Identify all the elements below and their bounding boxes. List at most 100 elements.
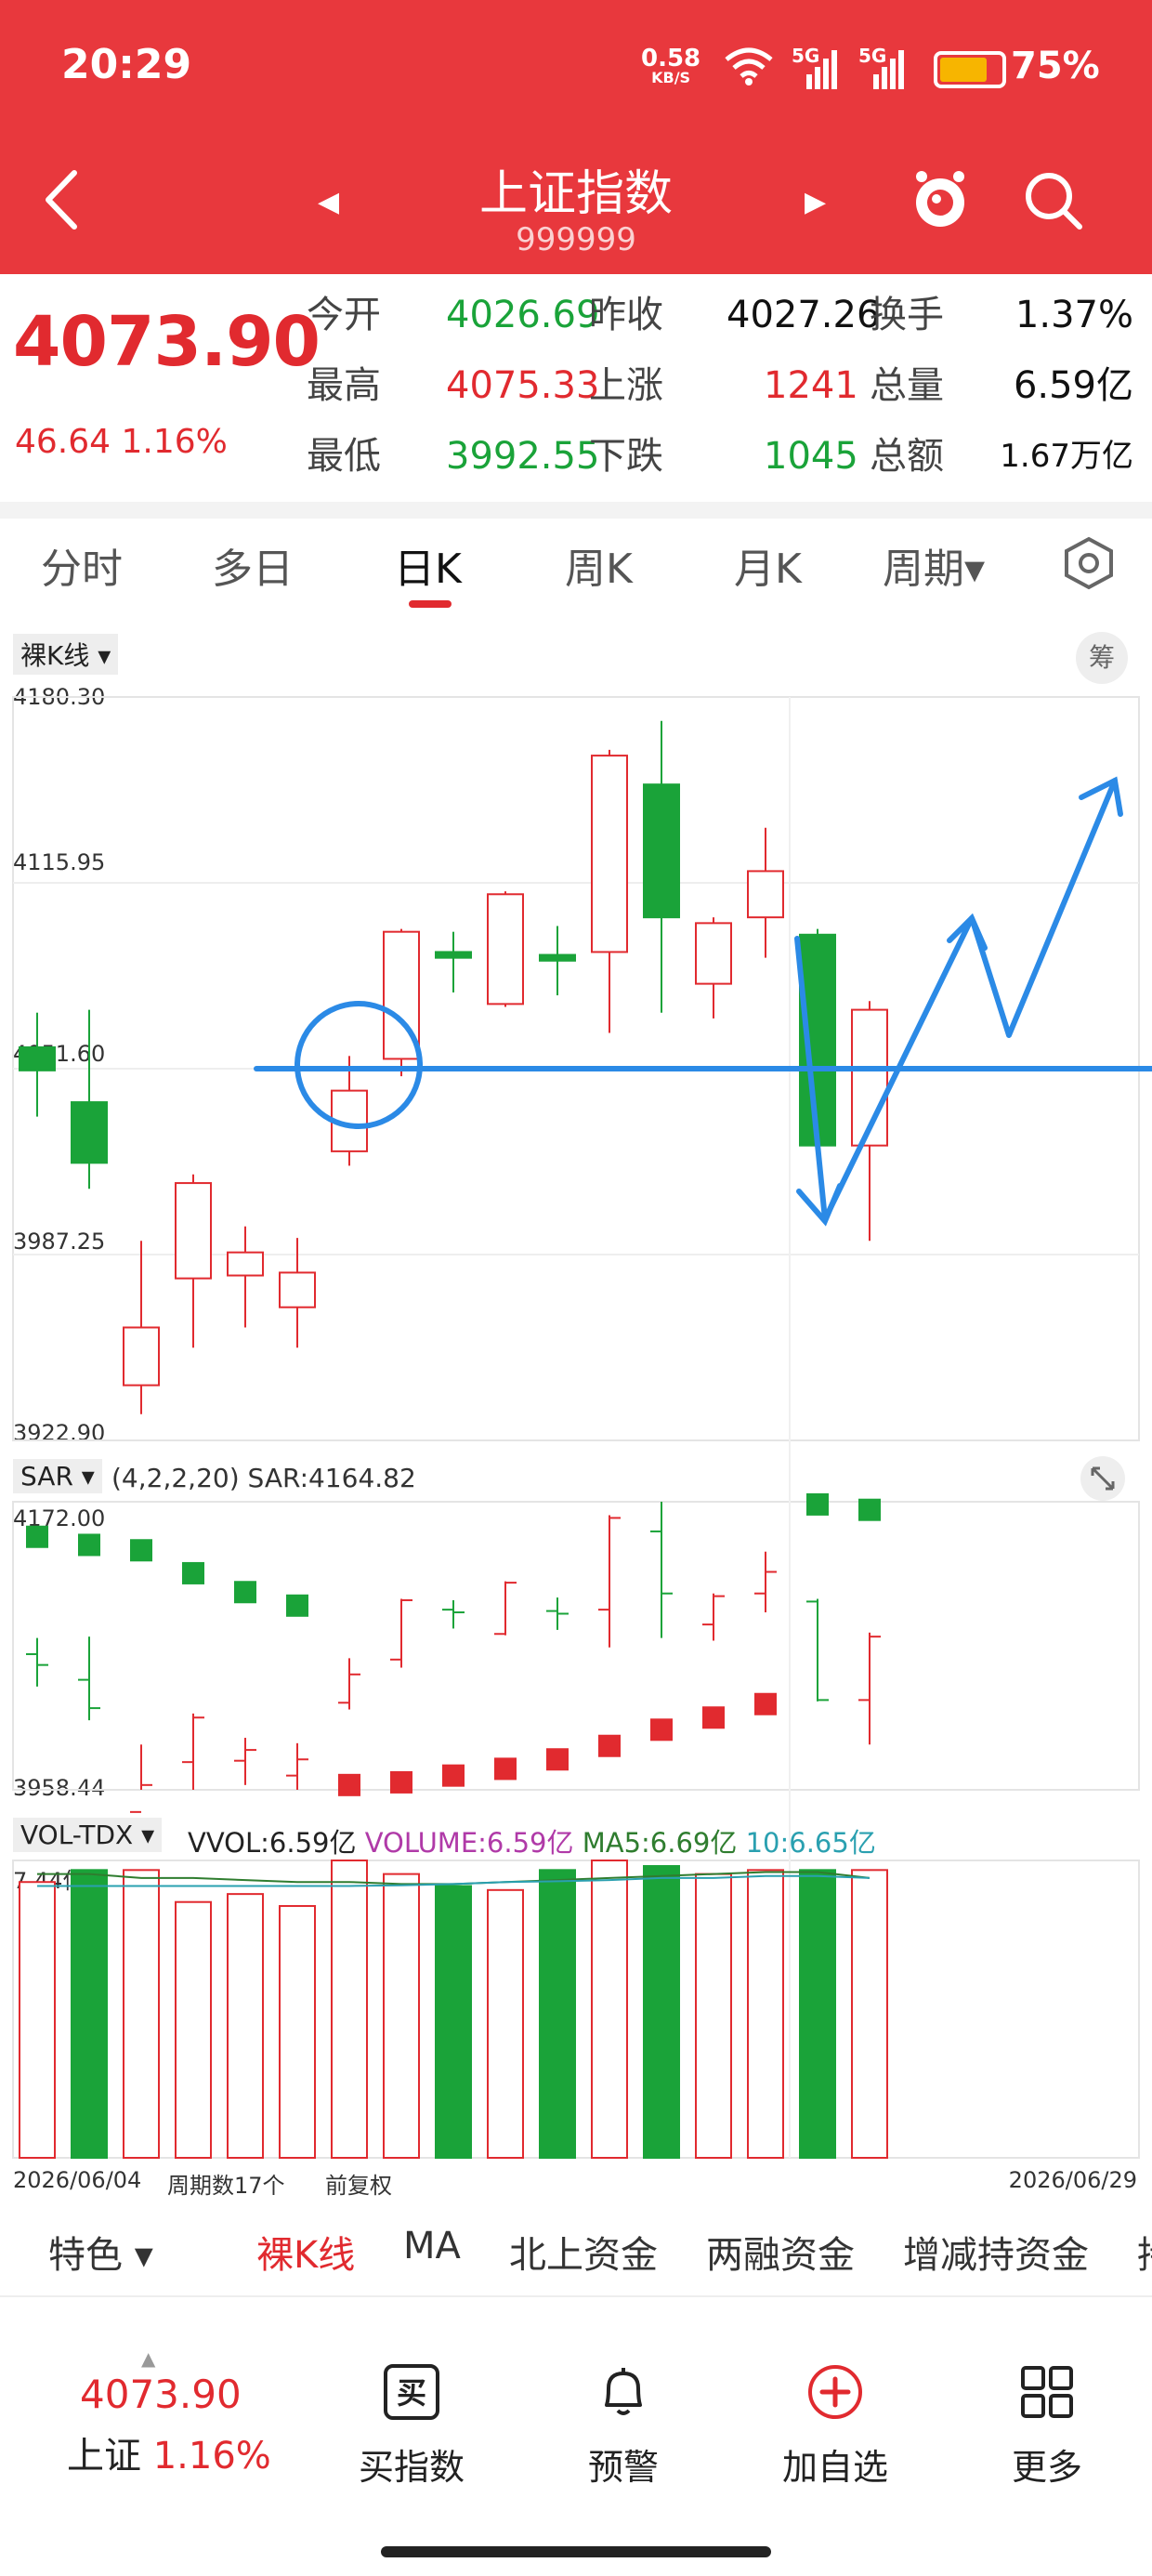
panel-frame-1: [12, 1501, 1140, 1791]
wifi-icon: [725, 47, 773, 85]
volume-bar: [591, 1860, 628, 2159]
sar-dot: [806, 1492, 829, 1516]
volume-bar: [487, 1888, 524, 2160]
add-watchlist-label: 加自选: [781, 2447, 888, 2488]
tab-intraday[interactable]: 分时: [41, 535, 123, 595]
volume-bar: [175, 1900, 212, 2160]
tab-monthly-k[interactable]: 月K: [734, 535, 802, 595]
back-arrow-icon[interactable]: [41, 167, 82, 232]
sar-dot: [234, 1581, 256, 1604]
tab-more-cut[interactable]: 持: [1137, 2225, 1152, 2279]
battery-fill: [940, 58, 987, 82]
adjust-mode: 前复权: [325, 2173, 392, 2199]
page-title: 上证指数: [478, 166, 673, 222]
more-button[interactable]: 更多: [977, 2362, 1117, 2490]
next-stock-icon[interactable]: ▶: [805, 186, 826, 218]
volume-bar: [19, 1881, 56, 2160]
dock-price: 4073.90: [80, 2372, 242, 2417]
bottom-dock: ▲ 4073.90 上证 1.16% 买 买指数 预警 加自选 更多: [0, 2295, 1152, 2576]
tab-holding-change[interactable]: 增减持资金: [903, 2225, 1089, 2279]
candle-body: [279, 1271, 316, 1308]
tab-naked-k[interactable]: 裸K线: [256, 2225, 355, 2279]
turnover-value: 1.37%: [1015, 294, 1133, 336]
status-time: 20:29: [61, 41, 192, 88]
candle-body: [487, 893, 524, 1005]
tab-daily-k[interactable]: 日K: [394, 535, 462, 595]
prev-stock-icon[interactable]: ◀: [318, 186, 339, 218]
net-speed: 0.58 KB/S: [641, 46, 700, 85]
prev-close-label: 昨收: [589, 294, 663, 336]
decline-value: 1045: [764, 435, 858, 478]
buy-icon: 买: [384, 2364, 439, 2420]
volume-bar: [227, 1893, 264, 2159]
app-header: 20:29 0.58 KB/S 5G 5G 75% ◀ 上证指数 999999 …: [0, 0, 1152, 274]
price-change: 46.64 1.16%: [15, 423, 228, 461]
sar-dot: [858, 1498, 881, 1521]
mascot-icon[interactable]: [910, 165, 970, 236]
volume-value: 6.59亿: [1013, 364, 1133, 407]
tab-margin[interactable]: 两融资金: [706, 2225, 855, 2279]
tab-multiday[interactable]: 多日: [212, 535, 294, 595]
volume-bar: [331, 1860, 368, 2159]
sar-dot: [130, 1539, 152, 1562]
sar-dot: [442, 1764, 465, 1787]
candle-body: [695, 922, 732, 985]
annotation-zigzag-arrow: [794, 778, 1118, 1222]
add-circle-icon: [808, 2365, 862, 2419]
advance-label: 上涨: [589, 364, 663, 407]
volume-bar: [799, 1869, 836, 2160]
volume-bar: [279, 1905, 316, 2159]
tab-ma[interactable]: MA: [403, 2225, 461, 2267]
volume-bar: [435, 1885, 472, 2159]
buy-index-button[interactable]: 买 买指数: [342, 2362, 481, 2490]
candle-body: [19, 1046, 56, 1071]
tab-northbound[interactable]: 北上资金: [509, 2225, 658, 2279]
amount-label: 总额: [870, 435, 944, 478]
chart-area[interactable]: 裸K线 ▾ 筹 4180.30 4115.95 4051.60 3987.25 …: [0, 623, 1152, 2199]
period-tabs: 分时 多日 日K 周K 月K 周期▾: [0, 519, 1152, 621]
sar-dot: [598, 1734, 621, 1757]
low-label: 最低: [307, 435, 381, 478]
candle-body: [591, 755, 628, 953]
battery-percent: 75%: [1011, 45, 1100, 87]
tab-period-dropdown[interactable]: 周期▾: [883, 535, 985, 595]
candle-body: [747, 870, 784, 919]
stock-code: 999999: [516, 221, 636, 258]
candle-body: [643, 783, 680, 919]
candle-body: [227, 1251, 264, 1277]
more-label: 更多: [1011, 2447, 1082, 2488]
candle-body: [539, 953, 576, 962]
quote-panel: 4073.90 46.64 1.16% 今开 4026.69 昨收 4027.2…: [0, 274, 1152, 505]
grid-icon: [1021, 2366, 1073, 2418]
status-bar: 20:29 0.58 KB/S 5G 5G 75%: [0, 0, 1152, 139]
volume-bar: [71, 1869, 108, 2160]
tab-weekly-k[interactable]: 周K: [565, 535, 633, 595]
search-icon[interactable]: [1022, 169, 1085, 232]
volume-bar: [539, 1869, 576, 2160]
turnover-label: 换手: [870, 294, 944, 336]
tab-special[interactable]: 特色 ▾: [48, 2225, 153, 2279]
sar-dot: [338, 1773, 360, 1796]
divider: [0, 502, 1152, 519]
period-count: 周期数17个: [167, 2173, 285, 2199]
candle-body: [435, 951, 472, 959]
add-watchlist-button[interactable]: 加自选: [766, 2362, 905, 2490]
chart-svg: [12, 696, 1152, 2160]
candle-body: [123, 1326, 160, 1387]
volume-label: 总量: [870, 364, 944, 407]
amount-value: 1.67万亿: [1000, 438, 1133, 475]
alert-button[interactable]: 预警: [554, 2362, 693, 2490]
sar-dot: [78, 1533, 100, 1557]
sar-dot: [754, 1692, 777, 1715]
volume-bar: [123, 1869, 160, 2160]
candle-body: [175, 1182, 212, 1280]
battery-icon: [934, 51, 1006, 88]
buy-index-label: 买指数: [358, 2447, 465, 2488]
high-label: 最高: [307, 364, 381, 407]
settings-hexagon-icon[interactable]: [1061, 535, 1117, 591]
open-label: 今开: [307, 294, 381, 336]
volume-bar: [383, 1873, 420, 2159]
home-indicator: [381, 2546, 771, 2557]
volume-bar: [643, 1865, 680, 2159]
sar-dot: [546, 1748, 569, 1771]
